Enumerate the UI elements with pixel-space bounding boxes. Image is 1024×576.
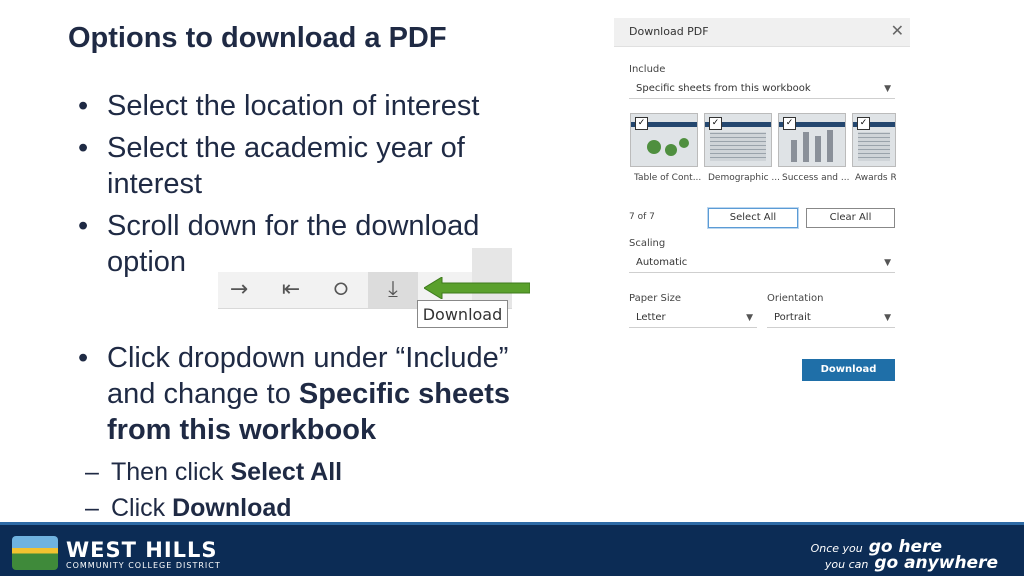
orientation-label: Orientation — [767, 293, 824, 304]
checkbox-checked-icon[interactable]: ✓ — [709, 117, 722, 130]
bullet-glyph: • — [78, 132, 89, 164]
dialog-header: Download PDF ✕ — [614, 18, 910, 47]
bullet-glyph: • — [78, 90, 89, 122]
college-name: WEST HILLS — [66, 538, 218, 562]
dash-glyph: – — [85, 494, 99, 522]
tagline-small: you can — [824, 558, 869, 571]
download-icon[interactable]: ⤓ — [380, 278, 406, 302]
skip-to-start-icon[interactable]: ⇤ — [278, 278, 304, 302]
thumb-graphic — [665, 144, 677, 156]
bullet-item: • Select the academic year of interest — [78, 130, 548, 202]
thumb-graphic — [803, 132, 809, 162]
close-icon[interactable]: ✕ — [891, 22, 904, 40]
arrow-right-icon[interactable]: → — [226, 278, 252, 302]
clear-all-button[interactable]: Clear All — [806, 208, 895, 228]
chevron-down-icon: ▼ — [884, 84, 891, 94]
thumb-graphic — [710, 132, 766, 161]
bullet-glyph: • — [78, 342, 89, 374]
thumb-graphic — [827, 130, 833, 162]
sub-bullet-item: – Then click Select All — [49, 454, 548, 490]
sheet-thumbnail[interactable]: ✓ — [630, 113, 698, 167]
college-logo-icon — [12, 536, 58, 570]
scaling-dropdown[interactable]: Automatic ▼ — [629, 253, 895, 273]
download-button[interactable]: Download — [802, 359, 895, 381]
share-icon[interactable]: ⭘ — [328, 278, 354, 302]
chevron-down-icon: ▼ — [746, 313, 753, 323]
sheet-label: Success and ... — [782, 173, 850, 183]
sheet-count: 7 of 7 — [629, 212, 655, 222]
orientation-dropdown[interactable]: Portrait ▼ — [767, 308, 895, 328]
include-label: Include — [629, 64, 666, 75]
footer-bar: WEST HILLS COMMUNITY COLLEGE DISTRICT On… — [0, 522, 1024, 576]
paper-size-dropdown[interactable]: Letter ▼ — [629, 308, 757, 328]
college-subname: COMMUNITY COLLEGE DISTRICT — [66, 561, 221, 570]
bullet-text: Select the location of interest — [107, 90, 480, 122]
sub-bullet-item: – Click Download — [49, 490, 548, 526]
dialog-title: Download PDF — [629, 25, 709, 38]
tagline-big: go anywhere — [874, 553, 998, 573]
bullet-text: Scroll down for the download option — [107, 210, 480, 278]
checkbox-checked-icon[interactable]: ✓ — [635, 117, 648, 130]
sub-bullet-bold: Select All — [230, 458, 343, 486]
paper-size-label: Paper Size — [629, 293, 682, 304]
sub-bullet-text: Then click — [111, 458, 231, 486]
checkbox-checked-icon[interactable]: ✓ — [783, 117, 796, 130]
include-dropdown[interactable]: Specific sheets from this workbook ▼ — [629, 79, 895, 99]
thumb-graphic — [791, 140, 797, 162]
scaling-value: Automatic — [636, 257, 688, 268]
bullet-text: Select the academic year of interest — [107, 132, 465, 200]
sheet-thumbnail[interactable]: ✓ — [852, 113, 896, 167]
download-tooltip: Download — [417, 300, 508, 328]
sheet-label: Demographic ... — [708, 173, 780, 183]
bullet-glyph: • — [78, 210, 89, 242]
sheet-thumbnail[interactable]: ✓ — [704, 113, 772, 167]
thumb-graphic — [815, 136, 821, 162]
download-pdf-dialog: Download PDF ✕ Include Specific sheets f… — [614, 18, 910, 390]
tagline-line2: you can go anywhere — [825, 553, 998, 573]
include-value: Specific sheets from this workbook — [636, 83, 811, 94]
pointer-arrow-icon — [424, 277, 530, 299]
orientation-value: Portrait — [774, 312, 811, 323]
sub-bullet-text: Click — [111, 494, 173, 522]
sheet-label: Table of Cont... — [634, 173, 702, 183]
thumb-graphic — [858, 132, 890, 161]
sheet-label: Awards Re — [855, 173, 896, 183]
paper-size-value: Letter — [636, 312, 666, 323]
thumb-graphic — [679, 138, 689, 148]
bullet-item: • Select the location of interest — [78, 88, 548, 124]
sheet-thumbnail[interactable]: ✓ — [778, 113, 846, 167]
scaling-label: Scaling — [629, 238, 666, 249]
slide-title: Options to download a PDF — [68, 22, 447, 54]
dash-glyph: – — [85, 458, 99, 486]
sub-bullet-bold: Download — [172, 494, 292, 522]
bullet-item: • Click dropdown under “Include” and chan… — [78, 340, 548, 448]
chevron-down-icon: ▼ — [884, 313, 891, 323]
thumb-graphic — [647, 140, 661, 154]
chevron-down-icon: ▼ — [884, 258, 891, 268]
checkbox-checked-icon[interactable]: ✓ — [857, 117, 870, 130]
select-all-button[interactable]: Select All — [708, 208, 798, 228]
bullet-item: • Scroll down for the download option — [78, 208, 507, 280]
